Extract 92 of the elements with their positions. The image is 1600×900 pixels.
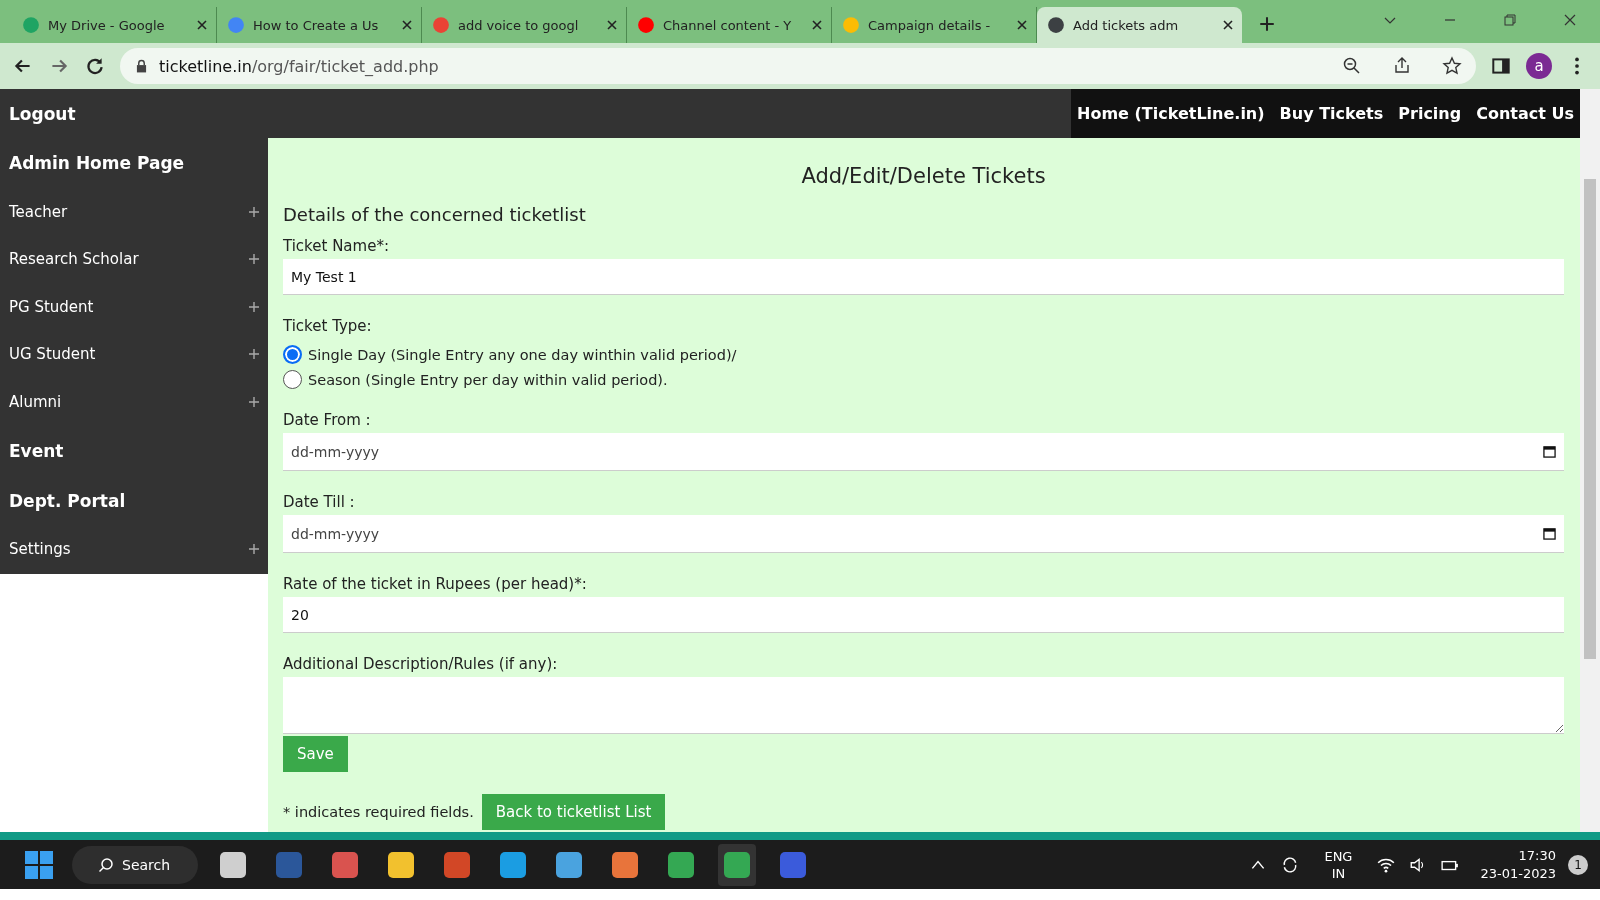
restore-icon[interactable]	[1502, 12, 1518, 28]
date-text: 23-01-2023	[1480, 864, 1556, 883]
date-placeholder: dd-mm-yyyy	[291, 443, 380, 460]
sidebar-item[interactable]: Event	[9, 440, 64, 461]
sidebar-item[interactable]: Alumni	[9, 392, 62, 411]
search-label: Search	[122, 856, 171, 873]
sidebar-item[interactable]: Dept. Portal	[9, 490, 126, 511]
close-icon[interactable]	[196, 19, 208, 31]
field-label: Date Till :	[283, 493, 355, 511]
search-icon	[98, 856, 114, 873]
field-label: Ticket Name*:	[283, 237, 389, 255]
radio-label: Single Day (Single Entry any one day winthin valid period)/	[308, 346, 737, 363]
close-icon[interactable]	[1222, 19, 1234, 31]
logout-link[interactable]: Logout	[0, 103, 76, 124]
language-indicator[interactable]: ENG IN	[1324, 847, 1353, 882]
close-icon[interactable]	[606, 19, 618, 31]
favicon-icon	[22, 16, 40, 34]
rate-field[interactable]: 20	[283, 597, 1564, 633]
clock[interactable]: 17:30 23-01-2023	[1480, 846, 1556, 883]
section-heading: Details of the concerned ticketlist	[283, 204, 586, 225]
description-field[interactable]	[283, 677, 1564, 734]
sidebar-item[interactable]: Settings	[9, 540, 71, 559]
field-label: Ticket Type:	[283, 317, 372, 335]
new-tab-icon[interactable]	[1258, 15, 1276, 33]
time-text: 17:30	[1518, 846, 1556, 865]
sidebar-item[interactable]: PG Student	[9, 297, 94, 316]
calendar-icon[interactable]	[1543, 527, 1556, 540]
plus-icon[interactable]	[249, 301, 259, 312]
page-title: Add/Edit/Delete Tickets	[801, 164, 1046, 188]
field-label: Date From :	[283, 411, 371, 429]
favicon-icon	[432, 16, 450, 34]
reload-icon[interactable]	[84, 55, 106, 77]
close-icon[interactable]	[811, 19, 823, 31]
favicon-icon	[227, 16, 245, 34]
radio-label: Season (Single Entry per day within valid period).	[308, 371, 668, 388]
sidebar-item[interactable]: UG Student	[9, 345, 96, 364]
sidebar-item[interactable]: Admin Home Page	[9, 153, 185, 173]
scrollbar-thumb[interactable]	[1584, 179, 1596, 659]
star-icon[interactable]	[1442, 56, 1462, 76]
nav-link[interactable]: Contact Us	[1476, 104, 1574, 123]
close-icon[interactable]	[401, 19, 413, 31]
taskbar-app-icon[interactable]	[498, 849, 529, 880]
tab-title: Channel content - Y	[663, 17, 793, 33]
field-label: Additional Description/Rules (if any):	[283, 655, 558, 673]
favicon-icon	[842, 16, 860, 34]
sidebar-item[interactable]: Teacher	[9, 202, 68, 221]
date-placeholder: dd-mm-yyyy	[291, 525, 380, 542]
date-till-field[interactable]: dd-mm-yyyy	[283, 515, 1564, 553]
tab-title: My Drive - Google	[48, 17, 166, 33]
radio-button[interactable]	[283, 345, 302, 364]
taskbar-search[interactable]: Search	[72, 845, 199, 884]
region-code: IN	[1331, 864, 1346, 882]
nav-link[interactable]: Home (TicketLine.in)	[1077, 104, 1265, 123]
plus-icon[interactable]	[249, 206, 259, 217]
browser-tab[interactable]: Add tickets adm	[1037, 7, 1242, 43]
taskbar-app-icon[interactable]	[218, 849, 249, 880]
taskbar-app-icon[interactable]	[386, 849, 417, 880]
ticket-name-field[interactable]: My Test 1	[283, 259, 1564, 295]
calendar-icon[interactable]	[1543, 445, 1556, 458]
tab-title: Campaign details -	[868, 17, 992, 33]
field-label: Rate of the ticket in Rupees (per head)*:	[283, 575, 587, 593]
favicon-icon	[1047, 16, 1065, 34]
required-note: * indicates required fields.	[283, 804, 474, 820]
favicon-icon	[637, 16, 655, 34]
close-icon[interactable]	[1562, 12, 1578, 28]
sidebar-item[interactable]: Research Scholar	[9, 250, 139, 269]
tab-title: Add tickets adm	[1073, 17, 1180, 33]
notification-badge[interactable]: 1	[1568, 854, 1588, 875]
profile-avatar[interactable]: a	[1526, 53, 1552, 79]
taskbar-app-icon[interactable]	[610, 849, 641, 880]
share-icon[interactable]	[1392, 56, 1412, 76]
taskbar-app-icon[interactable]	[554, 849, 585, 880]
zoom-out-icon[interactable]	[1342, 56, 1362, 76]
nav-link[interactable]: Pricing	[1398, 104, 1462, 123]
nav-link[interactable]: Buy Tickets	[1279, 104, 1384, 123]
plus-icon[interactable]	[249, 396, 259, 407]
windows-logo-icon[interactable]	[24, 849, 54, 880]
date-from-field[interactable]: dd-mm-yyyy	[283, 433, 1564, 471]
plus-icon[interactable]	[249, 544, 259, 555]
plus-icon[interactable]	[249, 254, 259, 265]
url-text: ticketline.in/org/fair/ticket_add.php	[159, 56, 439, 76]
tab-title: How to Create a Us	[253, 17, 380, 33]
tab-title: add voice to googl	[458, 17, 580, 33]
scrollbar[interactable]	[1580, 89, 1600, 832]
close-icon[interactable]	[1016, 19, 1028, 31]
taskbar-app-icon[interactable]	[666, 849, 697, 880]
radio-button[interactable]	[283, 370, 302, 389]
language-code: ENG	[1324, 847, 1353, 865]
lock-icon	[136, 59, 147, 73]
plus-icon[interactable]	[249, 349, 259, 360]
address-bar[interactable]: ticketline.in/org/fair/ticket_add.php	[120, 48, 1476, 84]
side-panel-icon[interactable]	[1490, 55, 1512, 77]
